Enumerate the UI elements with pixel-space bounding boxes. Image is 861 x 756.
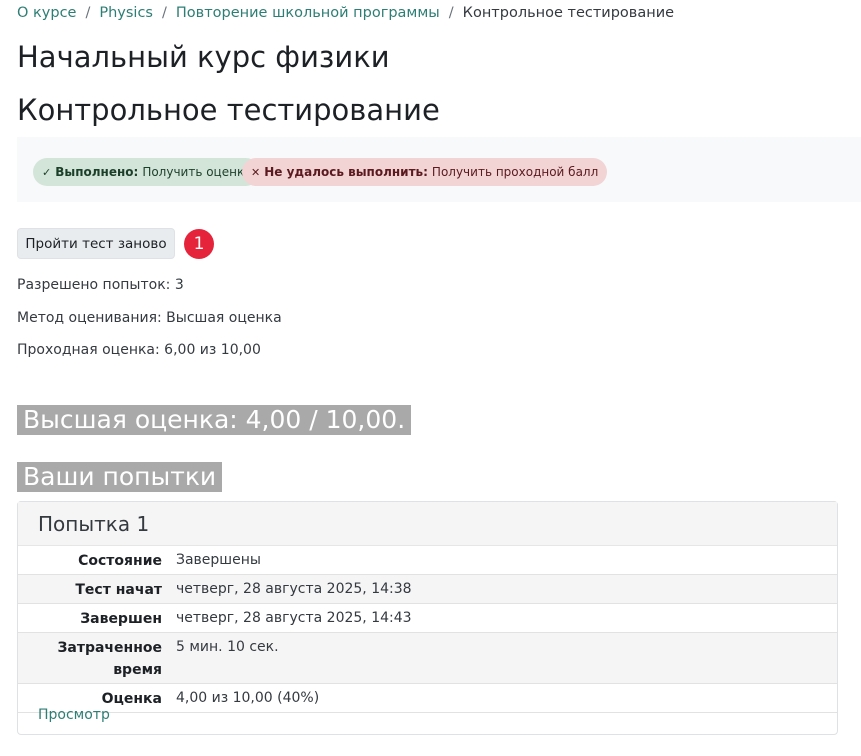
row-value: Завершены — [176, 552, 261, 568]
completion-done-status: Выполнено: — [55, 165, 139, 179]
table-row: Оценка 4,00 из 10,00 (40%) — [18, 684, 837, 713]
row-label: Затраченное время — [57, 640, 162, 678]
retry-quiz-button[interactable]: Пройти тест заново — [17, 228, 175, 259]
completion-failed-text: Получить проходной балл — [431, 165, 599, 179]
breadcrumb-separator: / — [85, 5, 91, 21]
row-value: четверг, 28 августа 2025, 14:38 — [176, 581, 412, 597]
check-icon: ✓ — [42, 165, 52, 179]
breadcrumb-link-course[interactable]: О курсе — [17, 5, 76, 21]
breadcrumb-separator: / — [448, 5, 454, 21]
completion-done-text: Получить оценку — [142, 165, 252, 179]
cross-icon: ✕ — [251, 165, 261, 179]
completion-failed-status: Не удалось выполнить: — [264, 165, 428, 179]
table-row: Тест начат четверг, 28 августа 2025, 14:… — [18, 574, 837, 604]
table-row: Завершен четверг, 28 августа 2025, 14:43 — [18, 604, 837, 633]
attempt-summary-table: Состояние Завершены Тест начат четверг, … — [18, 546, 837, 713]
breadcrumb: О курсе / Physics / Повторение школьной … — [17, 5, 674, 21]
grading-method: Метод оценивания: Высшая оценка — [17, 310, 282, 326]
table-row: Состояние Завершены — [18, 546, 837, 575]
completion-badge-failed: ✕ Не удалось выполнить: Получить проходн… — [242, 158, 608, 186]
attempt-title: Попытка 1 — [18, 502, 837, 546]
attempt-summary-card: Попытка 1 Состояние Завершены Тест начат… — [17, 501, 838, 735]
row-value: четверг, 28 августа 2025, 14:43 — [176, 610, 412, 626]
course-title: Начальный курс физики — [17, 40, 390, 74]
page-title: Контрольное тестирование — [17, 93, 440, 127]
best-grade-heading: Высшая оценка: 4,00 / 10,00. — [17, 405, 412, 435]
row-value: 5 мин. 10 сек. — [176, 639, 279, 655]
row-label: Тест начат — [75, 582, 162, 598]
completion-badge-done: ✓ Выполнено: Получить оценку — [33, 158, 261, 186]
your-attempts-heading: Ваши попытки — [17, 462, 223, 492]
breadcrumb-separator: / — [161, 5, 167, 21]
completion-conditions: ✓ Выполнено: Получить оценку ✕ Не удалос… — [17, 137, 861, 202]
breadcrumb-link-section[interactable]: Повторение школьной программы — [176, 5, 440, 21]
breadcrumb-current: Контрольное тестирование — [462, 5, 675, 21]
breadcrumb-link-physics[interactable]: Physics — [99, 5, 153, 21]
passing-grade: Проходная оценка: 6,00 из 10,00 — [17, 342, 261, 358]
review-attempt-link[interactable]: Просмотр — [38, 707, 110, 723]
row-value: 4,00 из 10,00 (40%) — [176, 690, 320, 706]
row-label: Завершен — [80, 611, 162, 627]
attempts-allowed: Разрешено попыток: 3 — [17, 277, 184, 293]
step-marker-badge: 1 — [184, 229, 214, 259]
table-row: Затраченное время 5 мин. 10 сек. — [18, 632, 837, 684]
row-label: Состояние — [78, 553, 162, 569]
